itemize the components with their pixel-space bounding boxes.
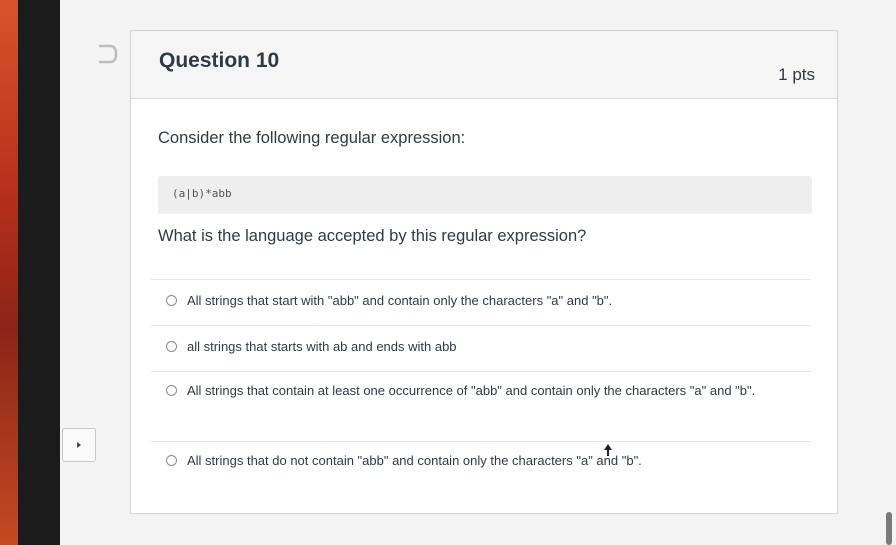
answer-label: All strings that do not contain "abb" an…	[187, 453, 642, 468]
background-edge	[0, 0, 18, 545]
question-card: Question 10 1 pts Consider the following…	[130, 30, 838, 514]
sidebar-strip	[18, 0, 60, 545]
regex-code: (a|b)*abb	[172, 187, 232, 200]
question-points: 1 pts	[778, 65, 815, 84]
question-title: Question 10	[159, 49, 280, 72]
question-header: Question 10 1 pts	[131, 31, 837, 99]
answer-label: All strings that start with "abb" and co…	[187, 293, 613, 308]
radio-button[interactable]	[166, 295, 177, 306]
radio-button[interactable]	[166, 385, 177, 396]
answer-option[interactable]: All strings that do not contain "abb" an…	[151, 441, 811, 491]
answer-list: All strings that start with "abb" and co…	[151, 279, 811, 491]
scrollbar-thumb[interactable]	[886, 512, 892, 545]
radio-button[interactable]	[166, 341, 177, 352]
mouse-cursor-icon	[603, 443, 613, 456]
answer-label: all strings that starts with ab and ends…	[187, 339, 457, 354]
bookmark-flag-icon[interactable]	[97, 44, 119, 64]
question-gutter	[60, 0, 128, 545]
radio-button[interactable]	[166, 455, 177, 466]
sidebar-toggle-button[interactable]	[62, 428, 96, 462]
question-text: What is the language accepted by this re…	[158, 227, 587, 245]
answer-option[interactable]: All strings that contain at least one oc…	[151, 371, 811, 441]
answer-label: All strings that contain at least one oc…	[187, 383, 756, 398]
answer-option[interactable]: all strings that starts with ab and ends…	[151, 325, 811, 371]
code-block: (a|b)*abb	[158, 176, 812, 214]
question-prompt: Consider the following regular expressio…	[158, 129, 466, 147]
answer-option[interactable]: All strings that start with "abb" and co…	[151, 279, 811, 325]
caret-right-icon	[77, 442, 81, 448]
